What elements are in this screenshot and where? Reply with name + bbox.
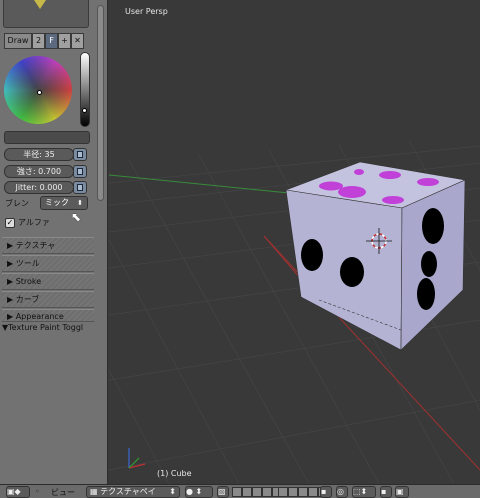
select-arrows-icon: ⬍ (77, 199, 83, 207)
select-arrows-icon: ⬍ (169, 487, 176, 496)
proportional-edit-toggle[interactable]: ◎ (336, 486, 348, 498)
object-label: (1) Cube (157, 469, 192, 478)
sphere-shading-icon: ● ⬍ (186, 487, 203, 496)
color-swatch[interactable] (4, 131, 90, 144)
blender-window: User Persp (1) Cube Draw 2 F + ✕ 半径: 35 … (0, 0, 480, 498)
fake-user-button[interactable]: F (45, 33, 58, 49)
viewport-scene[interactable] (109, 0, 480, 484)
expand-triangle-icon: ▶ (7, 312, 16, 321)
expand-triangle-icon: ▶ (7, 277, 16, 286)
color-wheel-cursor[interactable] (37, 90, 42, 95)
render-preview-button[interactable]: ▣ (395, 486, 409, 498)
strength-pressure-icon[interactable] (73, 165, 87, 178)
radius-field[interactable]: 半径: 35 (4, 148, 74, 161)
brush-datablock: Draw 2 F + ✕ (4, 33, 84, 49)
render-preview-icon: ▣ (396, 487, 404, 496)
camera-icon: ▪ (381, 487, 387, 496)
section-appearance-label: Appearance (15, 312, 64, 321)
section-texture-paint-label: Texture Paint Toggl (8, 323, 84, 332)
3d-view-header: ▣◆ ◦ ビュー ▦ テクスチャペイ ⬍ ● ⬍ ▧ ▪ ◎ ⬚⬍ ▪ ▣ (0, 484, 480, 498)
section-stroke-label: Stroke (15, 277, 42, 286)
expand-triangle-icon: ▶ (7, 241, 16, 250)
3d-viewport[interactable]: User Persp (1) Cube (109, 0, 480, 484)
render-icon: ▪ (321, 487, 327, 496)
render-toggle[interactable]: ▪ (320, 486, 332, 498)
proportional-icon: ◎ (337, 487, 344, 496)
expand-triangle-icon: ▶ (7, 259, 16, 268)
section-curve[interactable]: ▶ カーブ (2, 291, 94, 308)
section-texture[interactable]: ▶ テクスチャ (2, 237, 94, 254)
y-axis-line (109, 174, 310, 196)
brush-users-count[interactable]: 2 (32, 33, 45, 49)
strength-field[interactable]: 強さ: 0.700 (4, 165, 74, 178)
shading-select[interactable]: ● ⬍ (185, 486, 213, 498)
jitter-field[interactable]: Jitter: 0.000 (4, 181, 74, 194)
value-slider[interactable] (80, 52, 90, 127)
tool-shelf-panel: Draw 2 F + ✕ 半径: 35 強さ: 0.700 Jitter: 0.… (0, 0, 108, 484)
alpha-label: アルファ (18, 218, 50, 227)
blend-mode-value: ミック (45, 198, 69, 207)
section-tool-label: ツール (15, 259, 40, 268)
panel-scrollbar[interactable] (97, 5, 104, 201)
value-slider-handle[interactable] (82, 108, 87, 113)
editor-type-button[interactable]: ▣◆ (6, 486, 30, 498)
section-appearance[interactable]: ▶ Appearance (2, 309, 94, 322)
snap-icon: ⬚⬍ (353, 487, 368, 496)
alpha-toggle[interactable]: ✓ アルファ (5, 217, 50, 228)
editor-type-icon: ▣◆ (7, 487, 21, 496)
brush-name-field[interactable]: Draw (4, 33, 32, 49)
jitter-pressure-icon[interactable] (73, 181, 87, 194)
blend-label: ブレン (5, 199, 29, 208)
brush-mode-icon: ▦ (90, 487, 101, 496)
mask-icon: ▧ (218, 487, 226, 496)
mode-value: テクスチャペイ (100, 487, 156, 496)
alpha-checkbox[interactable]: ✓ (5, 217, 15, 228)
mask-toggle[interactable]: ▧ (217, 486, 229, 498)
brush-preview[interactable] (3, 0, 89, 28)
layer-buttons-a[interactable] (232, 487, 282, 497)
section-stroke[interactable]: ▶ Stroke (2, 273, 94, 290)
mouse-pointer-icon: ⬉ (71, 210, 82, 224)
section-tool[interactable]: ▶ ツール (2, 255, 94, 272)
delete-brush-button[interactable]: ✕ (71, 33, 84, 49)
section-curve-label: カーブ (15, 295, 40, 304)
mode-select[interactable]: ▦ テクスチャペイ ⬍ (86, 486, 180, 498)
add-brush-button[interactable]: + (58, 33, 71, 49)
view-label: User Persp (125, 7, 168, 16)
view-menu[interactable]: ビュー (51, 487, 75, 498)
expand-triangle-icon: ▶ (7, 295, 16, 304)
snap-select[interactable]: ⬚⬍ (352, 486, 376, 498)
section-texture-paint-toggle[interactable]: ▼Texture Paint Toggl (2, 323, 83, 332)
blend-mode-select[interactable]: ミック ⬍ (40, 196, 88, 210)
radius-pressure-icon[interactable] (73, 148, 87, 161)
camera-icon-button[interactable]: ▪ (380, 486, 392, 498)
menu-arrows-icon[interactable]: ◦ (35, 487, 40, 496)
section-texture-label: テクスチャ (15, 241, 56, 250)
